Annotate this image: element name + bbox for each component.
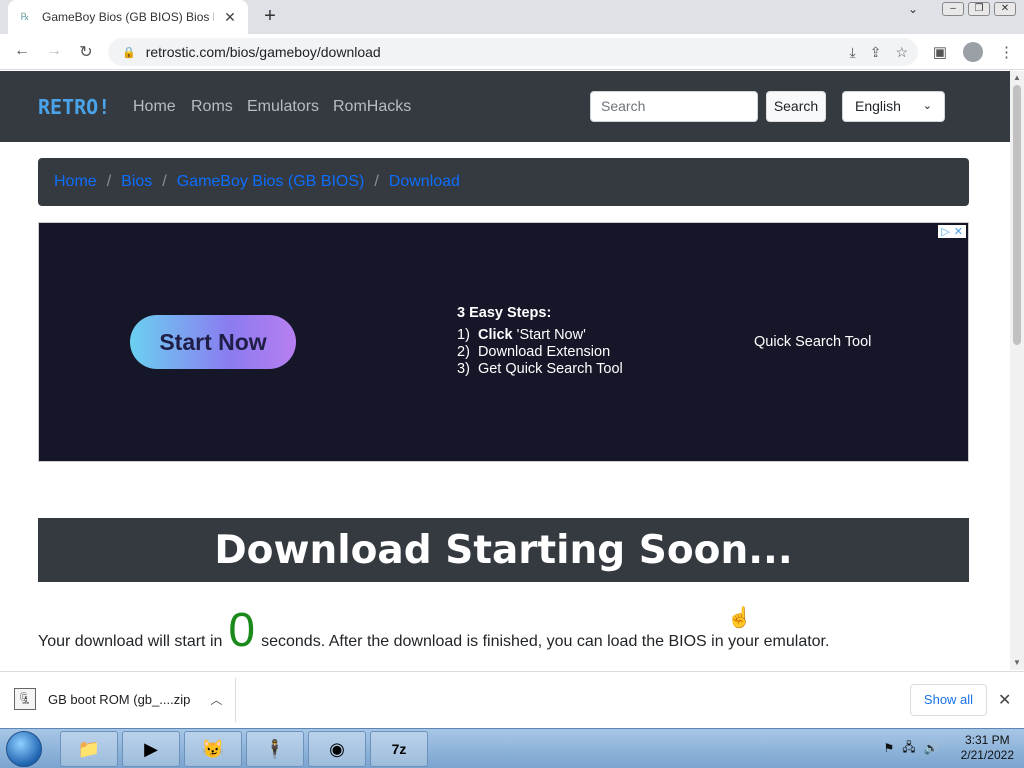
url-text[interactable]: retrostic.com/bios/gameboy/download: [146, 44, 381, 60]
game-app-icon[interactable]: 😼: [184, 731, 242, 767]
download-banner-title: Download Starting Soon...: [38, 518, 969, 582]
scroll-down-icon[interactable]: ▼: [1010, 656, 1024, 670]
forward-icon[interactable]: →: [44, 42, 64, 60]
breadcrumb: Home / Bios / GameBoy Bios (GB BIOS) / D…: [38, 158, 969, 206]
breadcrumb-home[interactable]: Home: [54, 173, 97, 191]
language-select-value: English: [855, 98, 901, 114]
lock-icon[interactable]: 🔒: [122, 46, 136, 59]
chevron-up-icon[interactable]: ︿: [210, 691, 222, 708]
download-text-before: Your download will start in: [38, 633, 223, 650]
install-app-icon[interactable]: ⤓: [850, 44, 856, 61]
ad-choices[interactable]: ▷ ✕: [938, 225, 966, 238]
ad-step-2: 2) Download Extension: [457, 344, 611, 360]
advertisement-banner[interactable]: ▷ ✕ Start Now 3 Easy Steps: 1) Click 'St…: [38, 222, 969, 462]
ad-close-icon[interactable]: ✕: [954, 225, 963, 238]
site-logo[interactable]: RETRO!: [38, 95, 110, 119]
download-text-after: seconds. After the download is finished,…: [261, 633, 830, 650]
reload-icon[interactable]: ↻: [76, 42, 96, 62]
download-countdown-text: Your download will start in 0 seconds. A…: [38, 603, 829, 658]
flag-icon[interactable]: ⚑: [884, 741, 895, 755]
download-file-name[interactable]: GB boot ROM (gb_....zip: [48, 692, 190, 707]
windows-start-icon[interactable]: [6, 731, 42, 767]
back-icon[interactable]: ←: [12, 42, 32, 60]
browser-toolbar: ← → ↻ 🔒 retrostic.com/bios/gameboy/downl…: [0, 34, 1024, 70]
ad-step-3: 3) Get Quick Search Tool: [457, 361, 623, 377]
file-explorer-icon[interactable]: 📁: [60, 731, 118, 767]
close-window-icon[interactable]: ✕: [994, 2, 1016, 16]
ad-steps: 3 Easy Steps: 1) Click 'Start Now' 2) Do…: [457, 305, 623, 378]
chrome-icon[interactable]: ◉: [308, 731, 366, 767]
breadcrumb-download[interactable]: Download: [389, 173, 460, 191]
page-viewport: RETRO! Home Roms Emulators RomHacks Sear…: [0, 71, 1010, 670]
site-navbar: RETRO! Home Roms Emulators RomHacks Sear…: [0, 71, 1010, 142]
7zip-icon[interactable]: 7z: [370, 731, 428, 767]
new-tab-icon[interactable]: +: [260, 6, 280, 26]
clock-date: 2/21/2022: [960, 748, 1014, 762]
countdown-number: 0: [228, 604, 256, 657]
download-divider: [235, 678, 236, 722]
media-player-icon[interactable]: ▶: [122, 731, 180, 767]
breadcrumb-separator: /: [162, 173, 167, 190]
system-tray: ⚑ 🖧 🔊 3:31 PM 2/21/2022: [884, 733, 1015, 763]
nav-emulators-link[interactable]: Emulators: [247, 98, 319, 116]
network-icon[interactable]: 🖧: [902, 738, 915, 759]
ad-side-text: Quick Search Tool: [754, 334, 872, 350]
minimize-window-icon[interactable]: ‒: [942, 2, 964, 16]
download-item[interactable]: 🗜 GB boot ROM (gb_....zip ︿: [14, 688, 222, 710]
ad-choices-icon[interactable]: ▷: [941, 225, 949, 238]
ad-step-1: 1) Click 'Start Now': [457, 327, 586, 343]
close-download-shelf-icon[interactable]: ✕: [998, 690, 1011, 710]
language-select[interactable]: English ⌄: [842, 91, 945, 122]
nav-romhacks-link[interactable]: RomHacks: [333, 98, 411, 116]
hand-cursor-icon: ☝: [727, 607, 752, 629]
ad-steps-title: 3 Easy Steps:: [457, 305, 552, 321]
page-scrollbar[interactable]: ▲ ▼: [1010, 71, 1024, 670]
chevron-down-icon: ⌄: [922, 100, 932, 112]
share-icon[interactable]: ⇪: [870, 44, 882, 61]
browser-tabstrip: ℞ GameBoy Bios (GB BIOS) Bios Do ✕ + ⌄ ‒…: [0, 0, 1024, 34]
clock-time: 3:31 PM: [964, 733, 1010, 747]
nav-home-link[interactable]: Home: [133, 98, 176, 116]
restore-window-icon[interactable]: ❐: [968, 2, 990, 16]
retro-favicon-icon: ℞: [20, 11, 30, 23]
breadcrumb-separator: /: [106, 173, 112, 190]
window-controls: ⌄ ‒ ❐ ✕: [908, 2, 1016, 16]
windows-taskbar: 📁 ▶ 😼 🕴 ◉ 7z ⚑ 🖧 🔊 3:31 PM 2/21/2022: [0, 728, 1024, 768]
nav-roms-link[interactable]: Roms: [191, 98, 233, 116]
side-panel-icon[interactable]: ▣: [933, 43, 947, 61]
bookmark-star-icon[interactable]: ☆: [895, 44, 908, 61]
anonymous-app-icon[interactable]: 🕴: [246, 731, 304, 767]
tab-title: GameBoy Bios (GB BIOS) Bios Do: [42, 10, 214, 24]
browser-tab[interactable]: ℞ GameBoy Bios (GB BIOS) Bios Do ✕: [8, 0, 248, 34]
address-bar[interactable]: 🔒 retrostic.com/bios/gameboy/download ⤓ …: [108, 38, 918, 66]
site-search-input[interactable]: Search: [590, 91, 758, 122]
zip-file-icon: 🗜: [14, 688, 36, 710]
close-tab-icon[interactable]: ✕: [222, 9, 238, 26]
profile-avatar-icon[interactable]: [963, 42, 983, 62]
show-all-button[interactable]: Show all: [910, 684, 987, 716]
tab-search-icon[interactable]: ⌄: [908, 2, 918, 16]
download-shelf: 🗜 GB boot ROM (gb_....zip ︿ Show all ✕: [0, 671, 1024, 728]
system-clock[interactable]: 3:31 PM 2/21/2022: [961, 733, 1014, 763]
ad-start-now-button[interactable]: Start Now: [130, 315, 296, 369]
scroll-up-icon[interactable]: ▲: [1010, 71, 1024, 85]
breadcrumb-bios[interactable]: Bios: [121, 173, 152, 191]
volume-icon[interactable]: 🔊: [924, 741, 939, 755]
menu-kebab-icon[interactable]: ⋮: [999, 43, 1014, 61]
scroll-thumb[interactable]: [1013, 85, 1021, 345]
breadcrumb-separator: /: [374, 173, 379, 190]
site-search-button[interactable]: Search: [766, 91, 826, 122]
breadcrumb-gameboy-bios[interactable]: GameBoy Bios (GB BIOS): [177, 173, 365, 191]
